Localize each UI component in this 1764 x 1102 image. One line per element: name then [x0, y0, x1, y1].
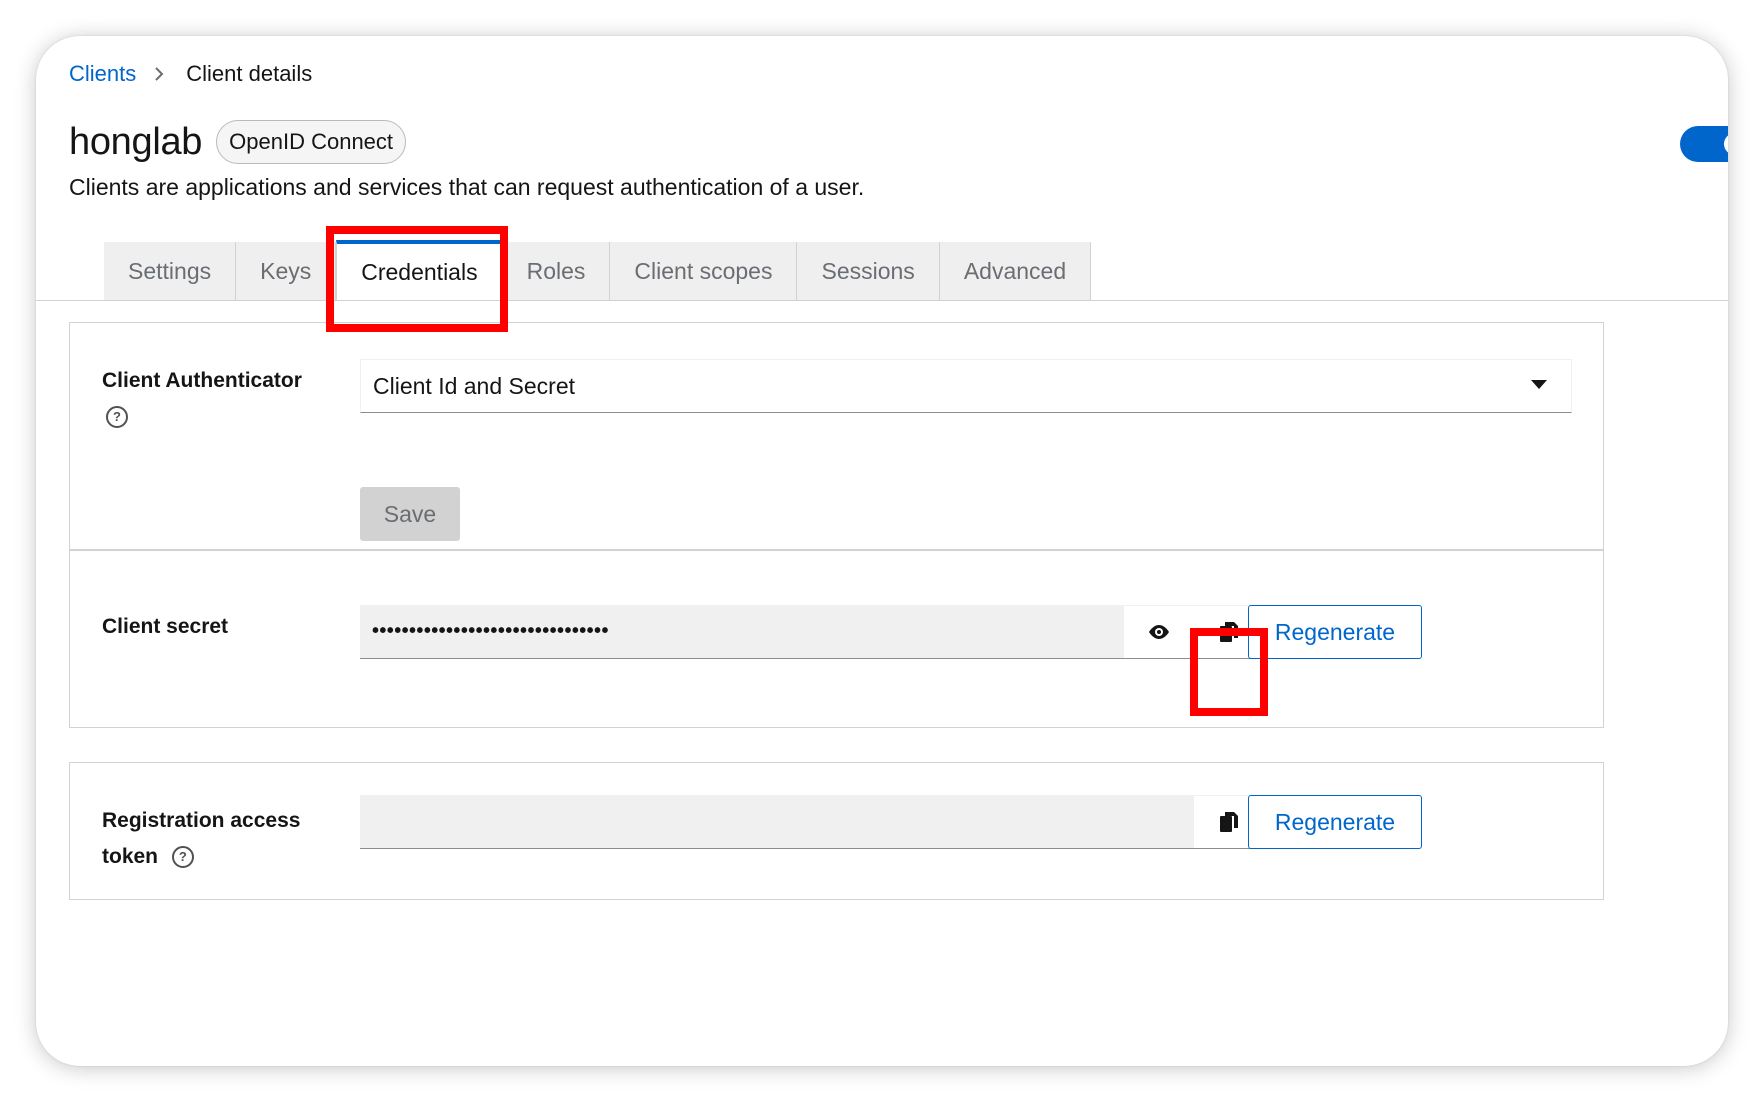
tab-settings[interactable]: Settings [104, 242, 237, 300]
client-authenticator-value: Client Id and Secret [373, 372, 576, 399]
client-secret-input-group: •••••••••••••••••••••••••••••••• [360, 605, 1264, 659]
save-button[interactable]: Save [360, 487, 460, 541]
registration-token-label-line1: Registration access [102, 809, 301, 832]
tab-advanced[interactable]: Advanced [939, 242, 1092, 300]
client-authenticator-label-text: Client Authenticator [102, 369, 302, 392]
help-icon[interactable]: ? [171, 846, 194, 869]
breadcrumb-clients-link[interactable]: Clients [69, 62, 136, 86]
registration-token-input-group [360, 795, 1264, 849]
tab-bar: Settings Keys Credentials Roles Client s… [104, 240, 1092, 300]
page-description: Clients are applications and services th… [69, 174, 865, 200]
registration-token-label: Registration access token ? [102, 803, 300, 875]
tab-roles[interactable]: Roles [502, 242, 611, 300]
app-window: Clients Client details honglab OpenID Co… [36, 36, 1728, 1066]
chevron-right-icon [154, 67, 164, 81]
credentials-tab-highlight [326, 226, 508, 332]
help-icon[interactable]: ? [106, 406, 128, 429]
tabs-divider [36, 300, 1728, 301]
breadcrumb: Clients Client details [69, 62, 312, 86]
show-secret-button[interactable] [1124, 605, 1194, 658]
regenerate-secret-button[interactable]: Regenerate [1248, 605, 1422, 659]
regenerate-token-button[interactable]: Regenerate [1248, 795, 1422, 849]
registration-token-label-line2: token [102, 845, 159, 868]
client-secret-input[interactable]: •••••••••••••••••••••••••••••••• [360, 620, 1124, 643]
tab-client-scopes[interactable]: Client scopes [610, 242, 798, 300]
copy-button-highlight [1190, 628, 1268, 716]
page-title: honglab [69, 120, 203, 163]
page-header: honglab OpenID Connect [69, 120, 407, 164]
client-authenticator-select[interactable]: Client Id and Secret [360, 359, 1572, 413]
registration-token-panel: Registration access token ? Regenerate [69, 762, 1604, 900]
client-secret-label: Client secret [102, 615, 229, 638]
panel-divider [70, 549, 1603, 551]
protocol-badge: OpenID Connect [216, 120, 407, 164]
tab-sessions[interactable]: Sessions [797, 242, 940, 300]
breadcrumb-current: Client details [186, 61, 313, 86]
client-authenticator-label: Client Authenticator ? [102, 363, 302, 435]
enabled-toggle[interactable] [1680, 126, 1728, 162]
copy-icon [1220, 811, 1238, 832]
caret-down-icon [1531, 380, 1547, 389]
credentials-panel: Client Authenticator ? Client Id and Sec… [69, 322, 1604, 728]
eye-icon [1149, 624, 1169, 639]
tab-keys[interactable]: Keys [236, 242, 337, 300]
